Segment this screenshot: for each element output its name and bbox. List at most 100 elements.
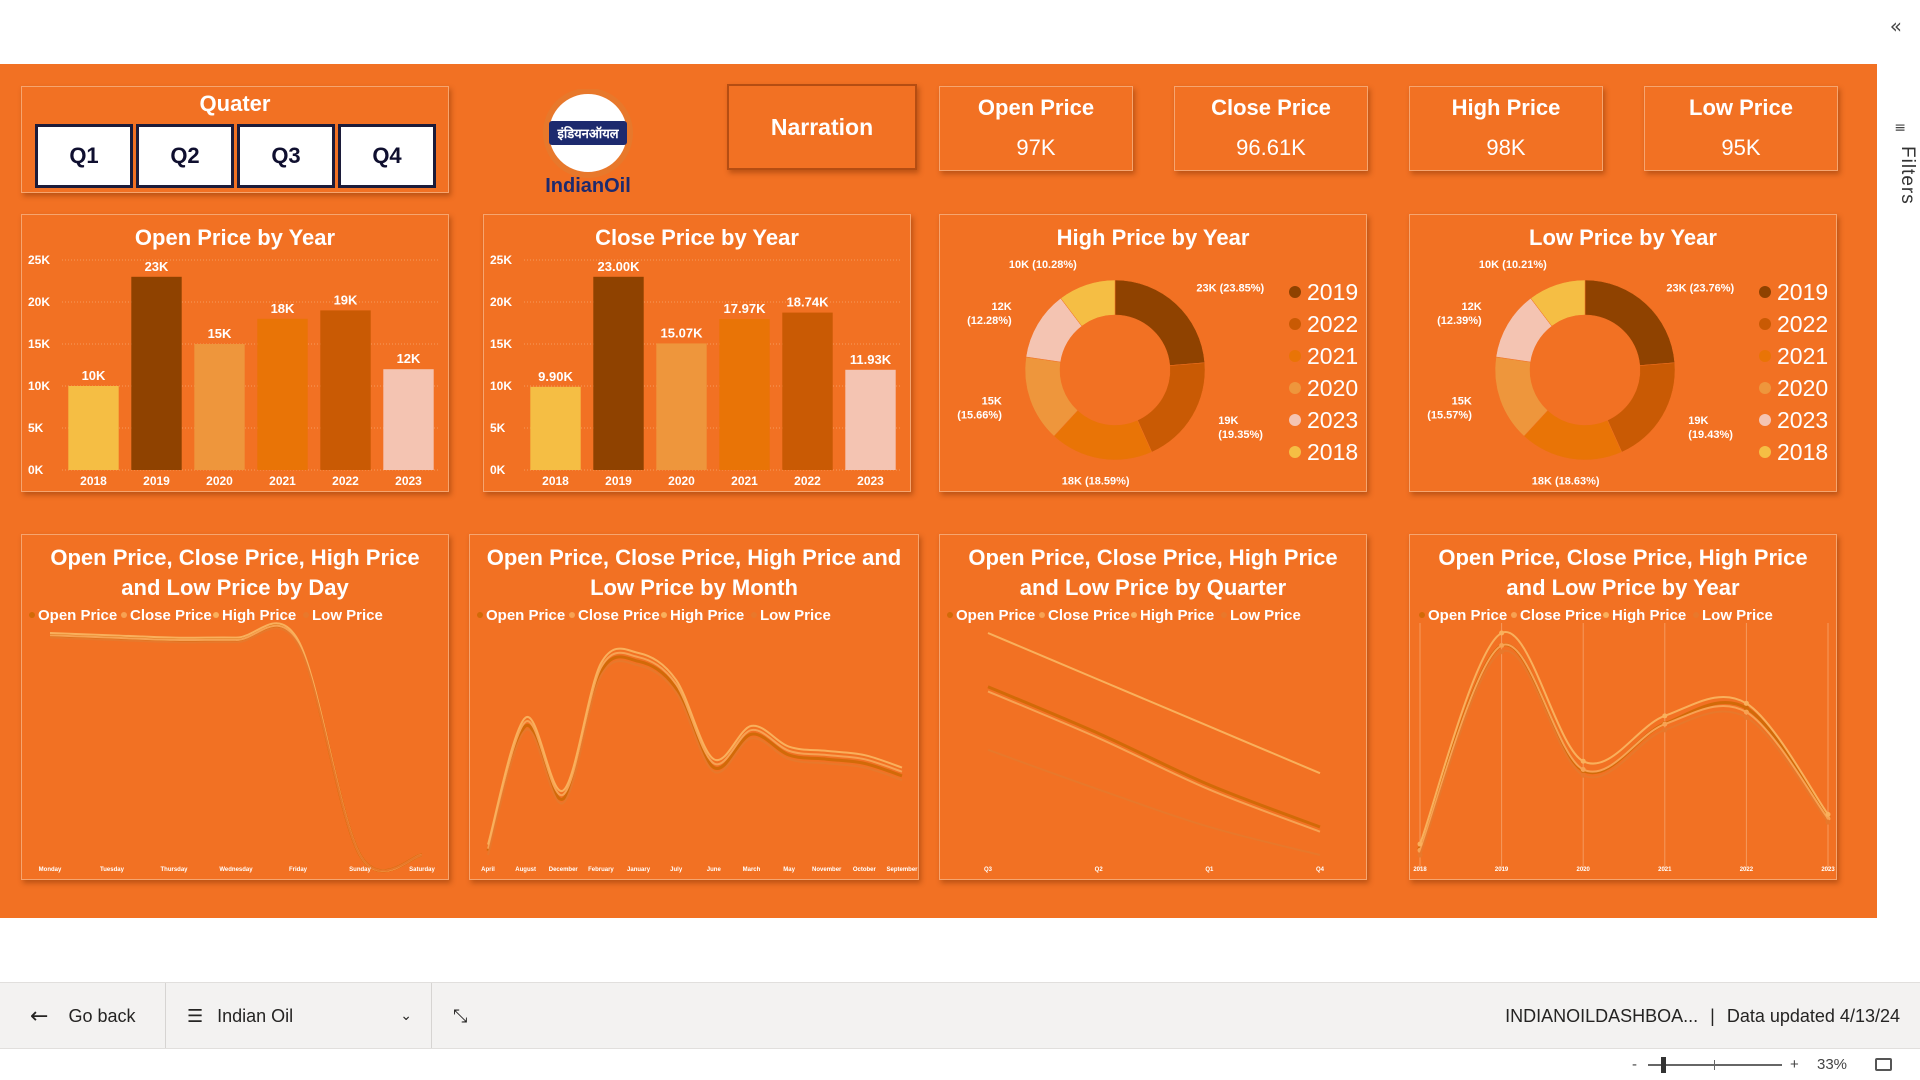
series-point <box>1743 714 1749 720</box>
x-tick-label: 2019 <box>605 474 632 488</box>
prices-by-quarter-chart[interactable]: Open Price, Close Price, High Price and … <box>939 534 1367 880</box>
x-tick-label: Thursday <box>160 867 188 873</box>
y-tick-label: 5K <box>28 421 44 435</box>
kpi-low-price-label: Low Price <box>1689 95 1793 120</box>
legend-entry: Open Price <box>38 607 117 624</box>
data-label: 15K <box>208 326 232 341</box>
line-chart-svg: Open Price Close Price High Price Low Price… <box>1413 607 1835 873</box>
donut-slice-2019 <box>1584 279 1675 366</box>
logo-hindi-text: इंडियनऑयल <box>556 126 619 142</box>
series-point <box>1825 811 1831 817</box>
slicer-option-q3[interactable]: Q3 <box>237 124 335 188</box>
low-price-by-year-chart[interactable]: Low Price by Year 23K (23.76%) 19K (19.43%… <box>1409 214 1837 492</box>
donut-data-label: (19.43%) <box>1688 429 1733 441</box>
fit-to-page-icon[interactable] <box>1875 1058 1892 1071</box>
page-selector[interactable]: ☰ Indian Oil ⌄ <box>187 983 412 1049</box>
legend-marker <box>1759 446 1771 458</box>
x-tick-label: October <box>853 867 877 873</box>
x-tick-label: Q1 <box>1205 867 1214 873</box>
data-label: 18.74K <box>787 295 830 310</box>
prices-by-day-chart[interactable]: Open Price, Close Price, High Price and … <box>21 534 449 880</box>
series-line-high-price <box>487 647 903 845</box>
filters-label[interactable]: Filters <box>1896 146 1918 205</box>
line-chart-svg: Open Price Close Price High Price Low Price… <box>29 607 435 873</box>
donut-data-label: 23K (23.76%) <box>1666 283 1734 295</box>
legend-entry: High Price <box>1140 607 1214 624</box>
collapse-arrows-icon: ⤡ <box>453 1005 468 1027</box>
x-tick-label: Q2 <box>1095 867 1104 873</box>
kpi-close-price: Close Price 96.61K <box>1174 86 1368 171</box>
y-tick-label: 5K <box>490 421 506 435</box>
bar-2018 <box>68 386 119 470</box>
bar-2019 <box>131 276 182 470</box>
close-price-by-year-chart[interactable]: Close Price by Year 0K 5K 10K 15K 20K 25K 9.90… <box>483 214 911 492</box>
legend-entry: High Price <box>1612 607 1686 624</box>
x-tick-label: Q4 <box>1316 867 1325 873</box>
open-price-by-year-chart[interactable]: Open Price by Year 0K 5K 10K 15K 20K 25K 10K 20… <box>21 214 449 492</box>
donut-data-label: (15.66%) <box>957 409 1002 421</box>
legend-marker <box>1759 350 1771 362</box>
donut-data-label: 18K (18.63%) <box>1532 476 1600 488</box>
bar-2020 <box>194 344 245 470</box>
x-tick-label: Friday <box>289 867 308 873</box>
logo-brand-text: IndianOil <box>545 175 631 195</box>
donut-data-label: (15.57%) <box>1427 409 1472 421</box>
x-tick-label: 2018 <box>542 474 569 488</box>
arrow-left-icon: ← <box>30 1003 49 1029</box>
x-tick-label: June <box>707 867 722 873</box>
donut-data-label: 18K (18.59%) <box>1062 476 1130 488</box>
y-tick-label: 15K <box>28 337 50 351</box>
legend-entry: 2021 <box>1307 343 1358 369</box>
collapse-pane-icon[interactable]: « <box>1890 14 1902 38</box>
legend-marker <box>661 612 667 618</box>
y-tick-label: 20K <box>28 295 50 309</box>
series-line-high-price <box>49 622 423 872</box>
go-back-button[interactable]: ← Go back <box>30 983 135 1049</box>
series-line-open-price <box>987 685 1321 829</box>
legend-marker <box>1759 318 1771 330</box>
zoom-level: 33% <box>1817 1056 1848 1073</box>
bar-2020 <box>656 343 707 470</box>
data-label: 12K <box>397 351 421 366</box>
legend-marker <box>303 612 309 618</box>
legend-marker <box>477 612 483 618</box>
page-list-icon: ☰ <box>187 1005 204 1027</box>
zoom-in-button[interactable]: + <box>1790 1056 1799 1073</box>
kpi-open-price: Open Price 97K <box>939 86 1133 171</box>
filter-icon[interactable]: ≡ <box>1894 120 1906 136</box>
legend-marker <box>947 612 953 618</box>
series-point <box>1499 649 1505 655</box>
zoom-slider-thumb[interactable] <box>1661 1057 1667 1073</box>
series-line-high-price <box>987 632 1321 775</box>
data-label: 17.97K <box>724 301 767 316</box>
x-tick-label: 2020 <box>1577 867 1591 873</box>
legend-entry: 2018 <box>1307 439 1358 465</box>
zoom-out-button[interactable]: - <box>1632 1056 1637 1073</box>
bar-2023 <box>383 369 434 470</box>
high-price-by-year-chart[interactable]: High Price by Year 23K (23.85%) 19K (19.35… <box>939 214 1367 492</box>
y-tick-label: 10K <box>490 379 512 393</box>
legend-marker <box>121 612 127 618</box>
zoom-slider[interactable] <box>1648 1057 1782 1073</box>
exit-fullscreen-button[interactable]: ⤡ <box>453 983 467 1049</box>
series-point <box>1417 841 1423 847</box>
y-tick-label: 15K <box>490 337 512 351</box>
x-tick-label: September <box>886 867 918 873</box>
slicer-option-q2[interactable]: Q2 <box>136 124 234 188</box>
series-point <box>1743 709 1749 715</box>
data-label: 18K <box>271 301 295 316</box>
narration-button[interactable]: Narration <box>727 84 917 170</box>
prices-by-month-chart[interactable]: Open Price, Close Price, High Price and … <box>469 534 919 880</box>
filters-pane[interactable]: ≡ Filters <box>1877 64 1920 920</box>
legend-entry: Close Price <box>1520 607 1602 624</box>
slicer-option-q4[interactable]: Q4 <box>338 124 436 188</box>
legend-entry: Close Price <box>578 607 660 624</box>
legend-entry: 2022 <box>1307 311 1358 337</box>
donut-data-label: 15K <box>982 395 1002 407</box>
donut-data-label: (12.39%) <box>1437 315 1482 327</box>
chevron-down-icon: ⌄ <box>400 1008 412 1024</box>
legend-entry: Low Price <box>312 607 383 624</box>
slicer-option-q1[interactable]: Q1 <box>35 124 133 188</box>
prices-by-year-chart[interactable]: Open Price, Close Price, High Price and … <box>1409 534 1837 880</box>
legend-entry: High Price <box>222 607 296 624</box>
